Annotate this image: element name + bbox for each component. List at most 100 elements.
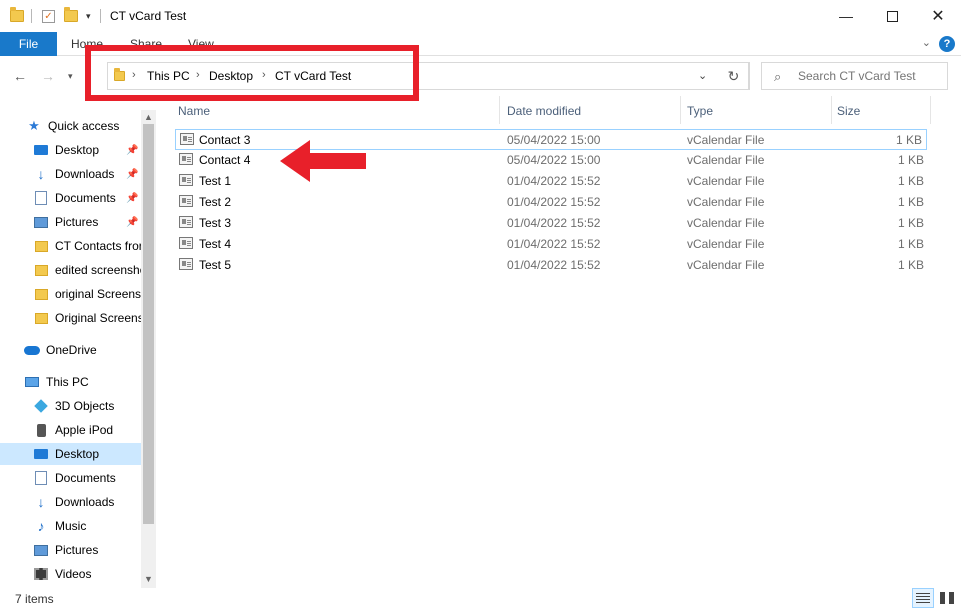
breadcrumb-this-pc[interactable]: This PC — [147, 69, 190, 83]
properties-icon[interactable]: ✓ — [42, 8, 55, 24]
sidebar-item-folder[interactable]: original Screensh — [0, 283, 141, 305]
pin-icon: 📌 — [126, 144, 139, 156]
scrollbar-thumb[interactable] — [143, 124, 154, 524]
vcard-file-icon — [179, 174, 193, 186]
breadcrumb-desktop[interactable]: Desktop — [209, 69, 253, 83]
new-folder-icon[interactable] — [64, 7, 78, 24]
sidebar-item-onedrive[interactable]: OneDrive — [0, 339, 141, 361]
file-size: 1 KB — [897, 174, 924, 188]
folder-icon — [10, 7, 24, 24]
file-row[interactable]: Contact 3 05/04/2022 15:00 vCalendar Fil… — [175, 129, 927, 150]
maximize-icon[interactable] — [869, 0, 915, 32]
ipod-icon — [33, 423, 49, 437]
address-bar[interactable]: › This PC › Desktop › CT vCard Test ⌄ — [107, 62, 750, 90]
search-input[interactable] — [798, 68, 943, 84]
sidebar-item-pictures[interactable]: Pictures — [0, 539, 141, 561]
sidebar-item-documents-pinned[interactable]: Documents 📌 — [0, 187, 141, 209]
help-icon[interactable]: ? — [939, 36, 955, 52]
sidebar-item-label: edited screensho — [55, 263, 141, 277]
desktop-icon — [33, 447, 49, 461]
file-type: vCalendar File — [687, 258, 765, 272]
forward-button[interactable]: → — [41, 68, 55, 84]
file-date: 01/04/2022 15:52 — [507, 216, 601, 230]
file-name: Contact 3 — [199, 133, 251, 147]
file-type: vCalendar File — [687, 174, 765, 188]
folder-icon — [33, 239, 49, 253]
file-row[interactable]: Test 5 01/04/2022 15:52 vCalendar File 1… — [175, 255, 927, 276]
refresh-button[interactable]: ↻ — [719, 62, 749, 90]
sidebar-item-apple-ipod[interactable]: Apple iPod — [0, 419, 141, 441]
scroll-up-icon[interactable]: ▲ — [144, 112, 153, 122]
file-size: 1 KB — [897, 216, 924, 230]
file-row[interactable]: Contact 4 05/04/2022 15:00 vCalendar Fil… — [175, 150, 927, 171]
title-bar: ✓ ▾ CT vCard Test — ✕ — [0, 0, 961, 32]
sidebar-item-documents[interactable]: Documents — [0, 467, 141, 489]
sidebar-item-label: Quick access — [48, 119, 120, 133]
column-divider[interactable] — [499, 96, 500, 124]
file-size: 1 KB — [897, 237, 924, 251]
sidebar-item-videos[interactable]: Videos — [0, 563, 141, 585]
large-icons-view-button[interactable] — [936, 588, 958, 608]
sidebar-item-desktop[interactable]: Desktop — [0, 443, 141, 465]
tab-view[interactable]: View — [188, 37, 214, 51]
search-box[interactable]: ⌕ — [761, 62, 948, 90]
column-header-type[interactable]: Type — [687, 104, 713, 118]
desktop-icon — [33, 143, 49, 157]
scroll-down-icon[interactable]: ▼ — [144, 574, 153, 584]
sidebar-item-label: Documents — [55, 191, 116, 205]
column-header-size[interactable]: Size — [837, 104, 860, 118]
window-title: CT vCard Test — [110, 9, 187, 23]
breadcrumb-ct-vcard-test[interactable]: CT vCard Test — [275, 69, 351, 83]
address-row: ← → ▾ ↑ › This PC › Desktop › CT vCard T… — [0, 56, 961, 96]
sidebar-item-quick-access[interactable]: ★ Quick access — [26, 115, 156, 137]
tab-file[interactable]: File — [0, 32, 57, 56]
sidebar-item-downloads[interactable]: ↓ Downloads — [0, 491, 141, 513]
close-icon[interactable]: ✕ — [915, 0, 961, 32]
column-divider[interactable] — [930, 96, 931, 124]
file-row[interactable]: Test 4 01/04/2022 15:52 vCalendar File 1… — [175, 234, 927, 255]
sidebar-item-desktop-pinned[interactable]: Desktop 📌 — [0, 139, 141, 161]
sidebar-item-downloads-pinned[interactable]: ↓ Downloads 📌 — [0, 163, 141, 185]
column-divider[interactable] — [680, 96, 681, 124]
divider — [100, 9, 101, 23]
sidebar-item-folder[interactable]: CT Contacts fror — [0, 235, 141, 257]
tab-home[interactable]: Home — [71, 37, 103, 51]
folder-icon — [33, 311, 49, 325]
sidebar-item-music[interactable]: ♪ Music — [0, 515, 141, 537]
sidebar-item-label: original Screensh — [55, 287, 141, 301]
music-icon: ♪ — [37, 518, 45, 534]
customize-toolbar-icon[interactable]: ▾ — [86, 8, 91, 24]
details-view-button[interactable] — [912, 588, 934, 608]
chevron-down-icon[interactable]: ⌄ — [698, 69, 707, 82]
sidebar-item-3d-objects[interactable]: 3D Objects — [0, 395, 141, 417]
sidebar-item-label: Documents — [55, 471, 116, 485]
column-divider[interactable] — [831, 96, 832, 124]
recent-locations-icon[interactable]: ▾ — [68, 71, 73, 82]
sidebar-item-label: Desktop — [55, 447, 100, 461]
3d-objects-icon — [33, 399, 49, 413]
file-size: 1 KB — [897, 258, 924, 272]
sidebar-scrollbar[interactable]: ▲ ▼ — [141, 110, 156, 588]
column-header-date-modified[interactable]: Date modified — [507, 104, 581, 118]
tab-share[interactable]: Share — [130, 37, 162, 51]
file-row[interactable]: Test 2 01/04/2022 15:52 vCalendar File 1… — [175, 192, 927, 213]
minimize-icon[interactable]: — — [823, 0, 869, 32]
documents-icon — [33, 191, 49, 205]
cloud-icon — [24, 343, 40, 357]
expand-ribbon-icon[interactable]: ⌄ — [922, 36, 931, 49]
back-button[interactable]: ← — [13, 68, 27, 84]
file-row[interactable]: Test 3 01/04/2022 15:52 vCalendar File 1… — [175, 213, 927, 234]
sidebar-item-this-pc[interactable]: This PC — [0, 371, 141, 393]
item-count: 7 items — [15, 592, 54, 606]
file-name: Test 3 — [199, 216, 232, 230]
sidebar-item-label: 3D Objects — [55, 399, 115, 413]
navigation-pane: ★ Quick access Desktop 📌 ↓ Downloads 📌 D… — [0, 110, 156, 588]
sidebar-item-folder[interactable]: Original Screens — [0, 307, 141, 329]
up-button[interactable]: ↑ — [86, 68, 93, 83]
column-header-name[interactable]: Name — [178, 104, 210, 118]
sidebar-item-folder[interactable]: edited screensho — [0, 259, 141, 281]
file-name: Test 1 — [199, 174, 232, 188]
file-row[interactable]: Test 1 01/04/2022 15:52 vCalendar File 1… — [175, 171, 927, 192]
sidebar-item-label: Music — [55, 519, 87, 533]
sidebar-item-pictures-pinned[interactable]: Pictures 📌 — [0, 211, 141, 233]
